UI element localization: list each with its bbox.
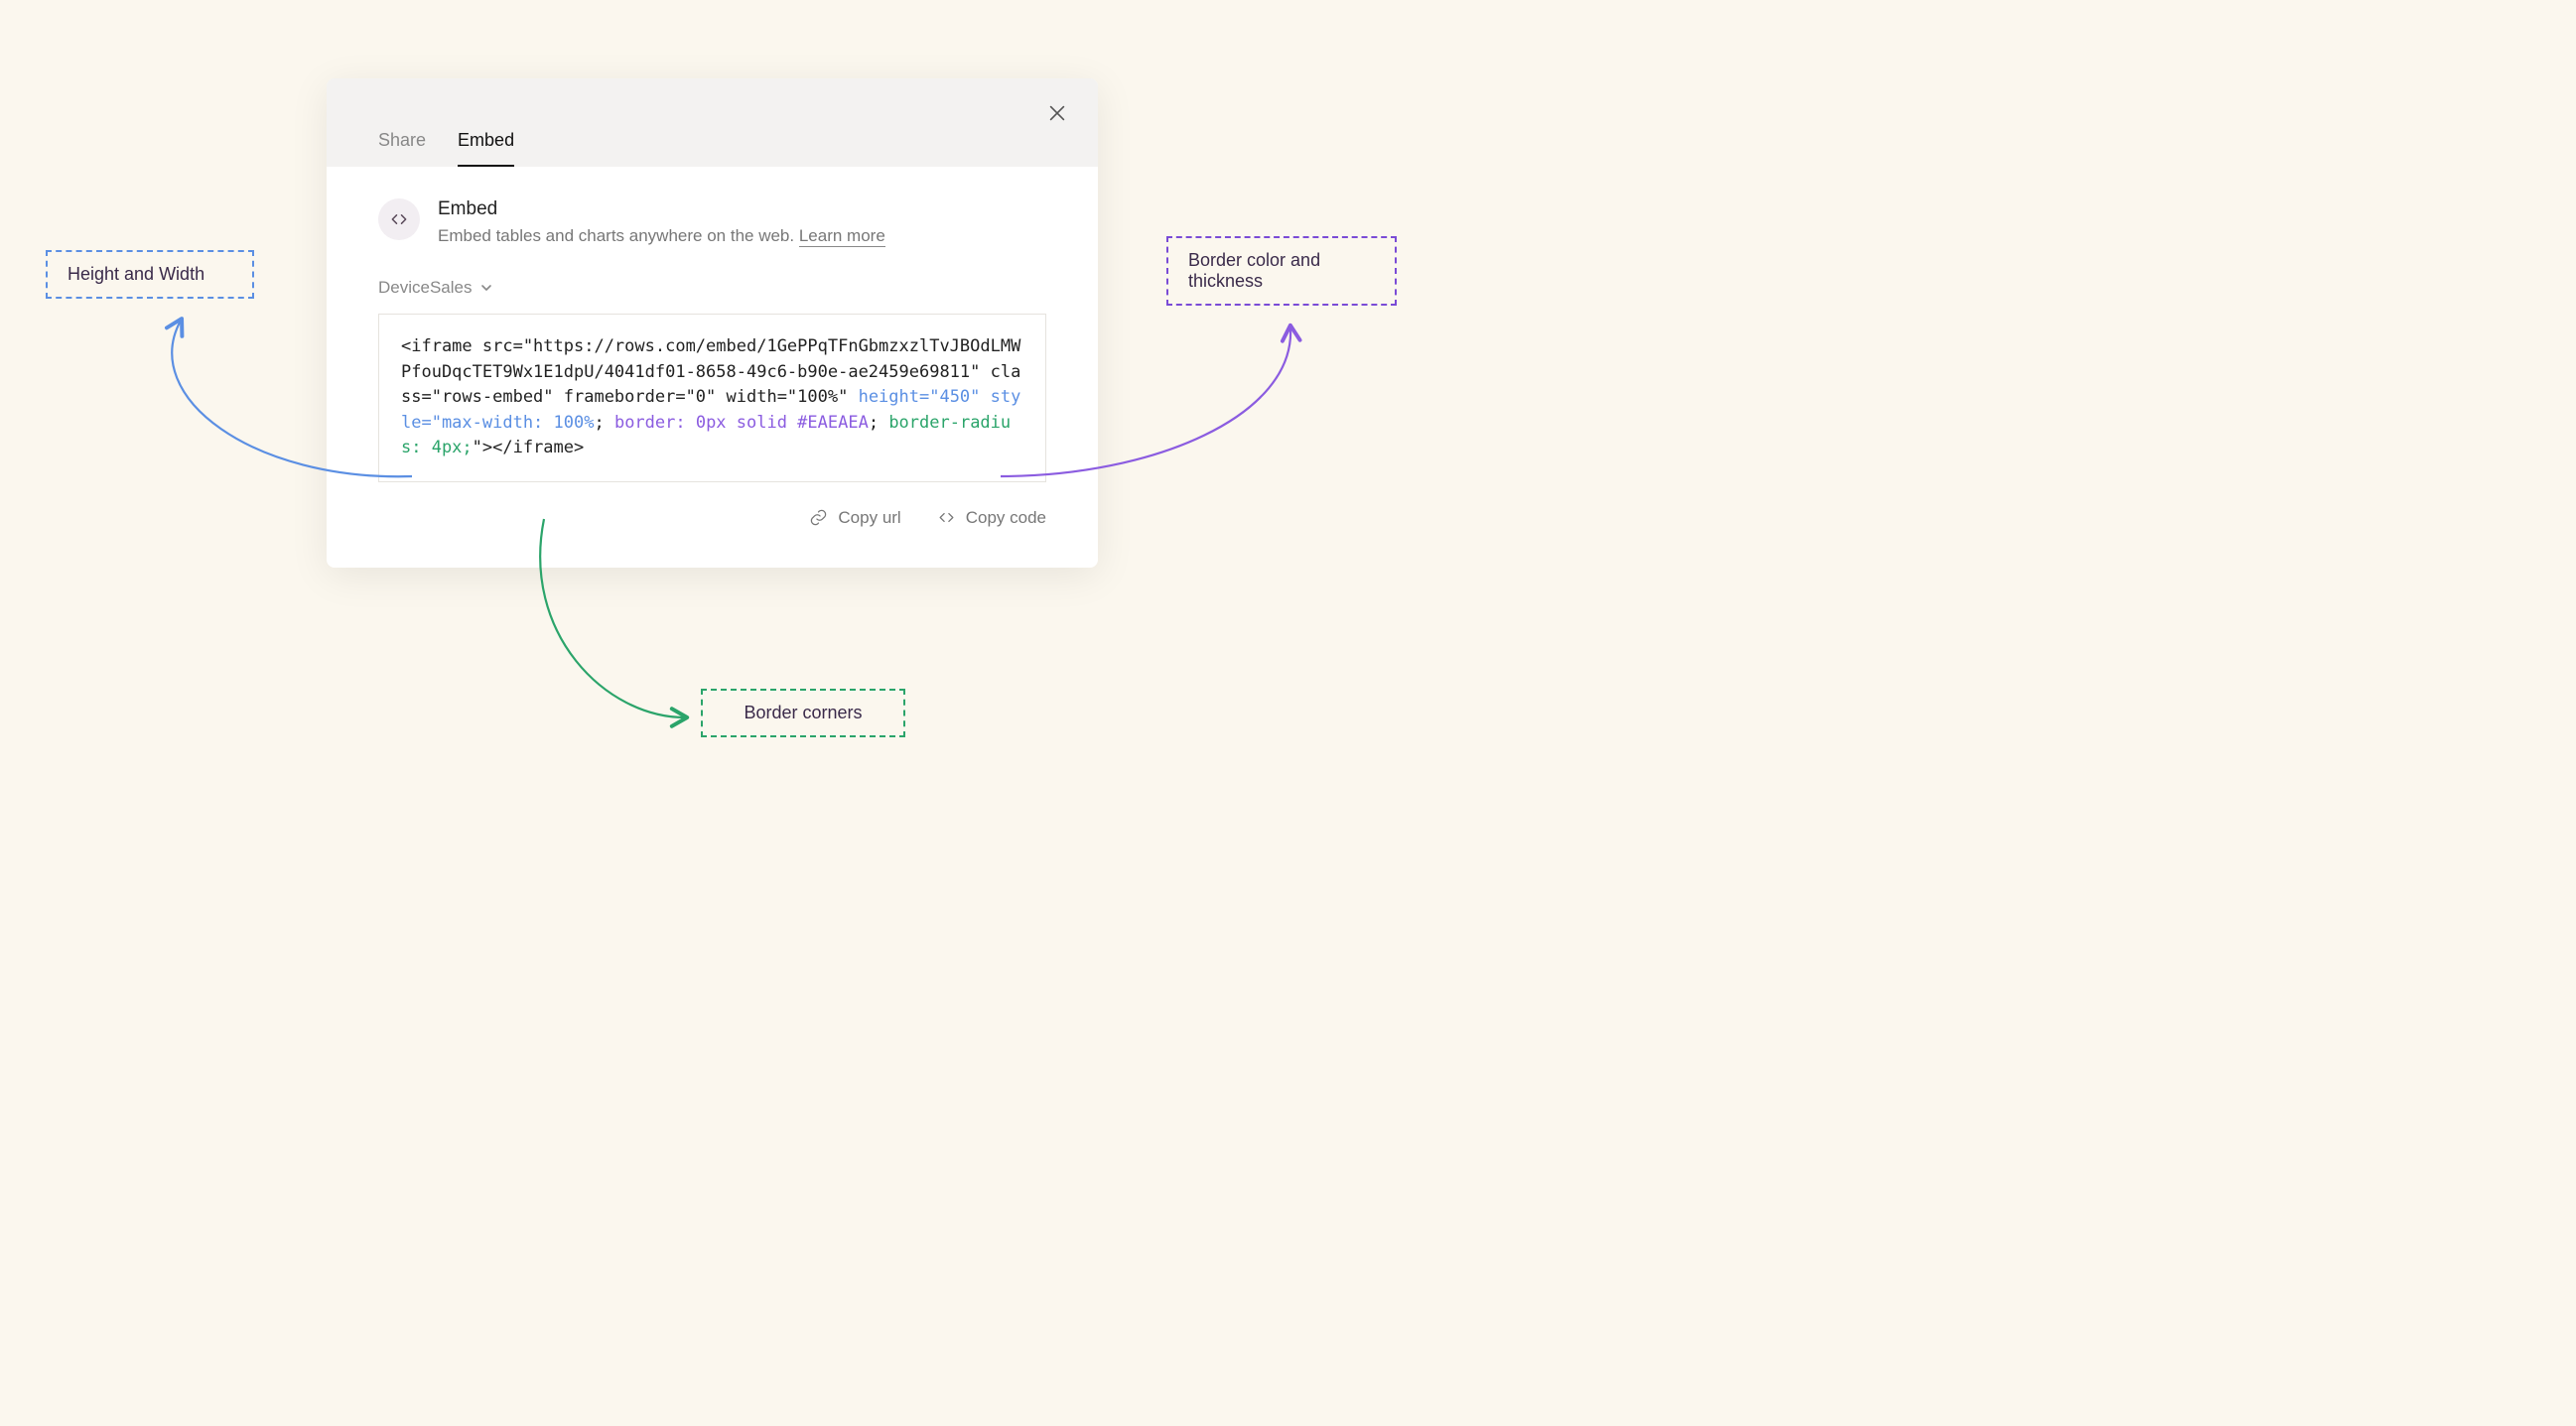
tab-embed[interactable]: Embed — [458, 130, 514, 167]
modal-body: Embed Embed tables and charts anywhere o… — [327, 167, 1098, 568]
table-selector-label: DeviceSales — [378, 278, 473, 298]
callout-height-width: Height and Width — [46, 250, 254, 299]
callout-label: Border corners — [744, 703, 862, 722]
tabs: Share Embed — [378, 130, 1070, 167]
callout-label: Border color and thickness — [1188, 250, 1320, 291]
link-icon — [809, 508, 828, 527]
copy-code-button[interactable]: Copy code — [937, 508, 1046, 528]
code-sep1: ; — [594, 413, 613, 433]
code-sep2: ; — [869, 413, 888, 433]
embed-code[interactable]: <iframe src="https://rows.com/embed/1GeP… — [378, 314, 1046, 482]
embed-header-row: Embed Embed tables and charts anywhere o… — [378, 198, 1046, 246]
code-post: "></iframe> — [473, 438, 585, 457]
callout-border-color-thickness: Border color and thickness — [1166, 236, 1397, 306]
close-button[interactable] — [1046, 102, 1070, 126]
embed-icon-wrap — [378, 198, 420, 240]
learn-more-link[interactable]: Learn more — [799, 226, 885, 247]
code-icon — [937, 508, 956, 527]
embed-subtitle: Embed tables and charts anywhere on the … — [438, 226, 885, 246]
copy-url-button[interactable]: Copy url — [809, 508, 900, 528]
close-icon — [1046, 102, 1068, 124]
embed-modal: Share Embed Embed Embed tables and chart… — [327, 78, 1098, 568]
table-selector[interactable]: DeviceSales — [378, 278, 1046, 298]
copy-code-label: Copy code — [966, 508, 1046, 528]
embed-subtitle-text: Embed tables and charts anywhere on the … — [438, 226, 794, 245]
embed-title: Embed — [438, 198, 885, 220]
callout-label: Height and Width — [68, 264, 204, 284]
actions-row: Copy url Copy code — [378, 508, 1046, 528]
code-icon — [389, 209, 409, 229]
callout-border-corners: Border corners — [701, 689, 905, 737]
modal-header: Share Embed — [327, 78, 1098, 167]
copy-url-label: Copy url — [838, 508, 900, 528]
chevron-down-icon — [480, 282, 492, 294]
code-highlight-border: border: 0px solid #EAEAEA — [614, 413, 869, 433]
tab-share[interactable]: Share — [378, 130, 426, 167]
